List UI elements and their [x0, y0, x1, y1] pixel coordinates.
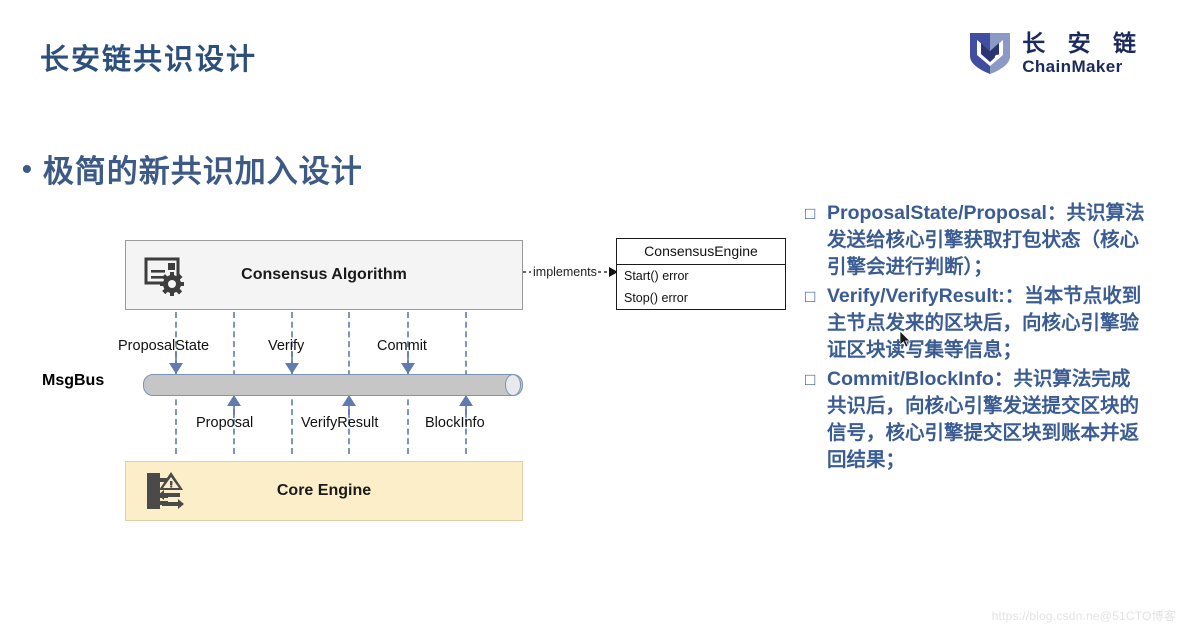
point-text: Verify/VerifyResult:：当本节点收到主节点发来的区块后，向核心… — [827, 283, 1145, 364]
uml-method-start: Start() error — [624, 269, 689, 283]
engine-exchange-icon — [144, 470, 186, 512]
explanation-list: □ ProposalState/Proposal：共识算法发送给核心引擎获取打包… — [805, 200, 1145, 476]
consensusengine-class-box[interactable]: ConsensusEngine Start() error Stop() err… — [616, 238, 786, 310]
logo-english: ChainMaker — [1022, 56, 1123, 76]
slide: 长安链共识设计 长 安 链 ChainMaker • 极简的新共识加入设计 Co… — [0, 0, 1184, 632]
square-bullet-icon: □ — [805, 204, 816, 223]
flow-arrowheads — [169, 267, 618, 418]
msgbus-pipe — [143, 374, 523, 396]
msgbus-pipe-cap-icon — [505, 374, 521, 396]
uml-method-stop: Stop() error — [624, 291, 688, 305]
flow-label-commit: Commit — [377, 338, 427, 354]
point-title: ProposalState/Proposal： — [827, 202, 1067, 224]
architecture-diagram: Consensus Algorithm implements Consensus… — [0, 0, 800, 632]
implements-label: implements — [533, 265, 597, 279]
flow-label-proposal: Proposal — [196, 415, 254, 431]
core-engine-box[interactable]: Core Engine — [125, 461, 523, 521]
square-bullet-icon: □ — [805, 287, 816, 306]
point-title: Verify/VerifyResult:： — [827, 285, 1025, 307]
flow-label-verify: Verify — [268, 338, 305, 354]
consensusengine-class-name: ConsensusEngine — [617, 239, 785, 265]
document-gear-icon — [144, 256, 188, 296]
chainmaker-shield-icon — [968, 30, 1012, 76]
point-title: Commit/BlockInfo： — [827, 368, 1014, 390]
logo-text: 长 安 链 ChainMaker — [1022, 29, 1144, 76]
point-text: Commit/BlockInfo：共识算法完成共识后，向核心引擎发送提交区块的信… — [827, 366, 1145, 474]
flow-label-proposalstate: ProposalState — [118, 338, 210, 354]
msgbus-label: MsgBus — [42, 372, 105, 389]
consensus-algorithm-box[interactable]: Consensus Algorithm — [125, 240, 523, 310]
square-bullet-icon: □ — [805, 370, 816, 389]
flow-label-blockinfo: BlockInfo — [425, 415, 485, 431]
point-text: ProposalState/Proposal：共识算法发送给核心引擎获取打包状态… — [827, 200, 1145, 281]
chainmaker-logo: 长 安 链 ChainMaker — [968, 30, 1144, 76]
mouse-cursor-icon — [899, 330, 912, 349]
watermark: https://blog.csdn.ne@51CTO博客 — [991, 609, 1176, 623]
list-item: □ ProposalState/Proposal：共识算法发送给核心引擎获取打包… — [805, 200, 1145, 281]
flow-label-verifyresult: VerifyResult — [301, 415, 379, 431]
list-item: □ Verify/VerifyResult:：当本节点收到主节点发来的区块后，向… — [805, 283, 1145, 364]
logo-chinese: 长 安 链 — [1022, 29, 1144, 56]
list-item: □ Commit/BlockInfo：共识算法完成共识后，向核心引擎发送提交区块… — [805, 366, 1145, 474]
